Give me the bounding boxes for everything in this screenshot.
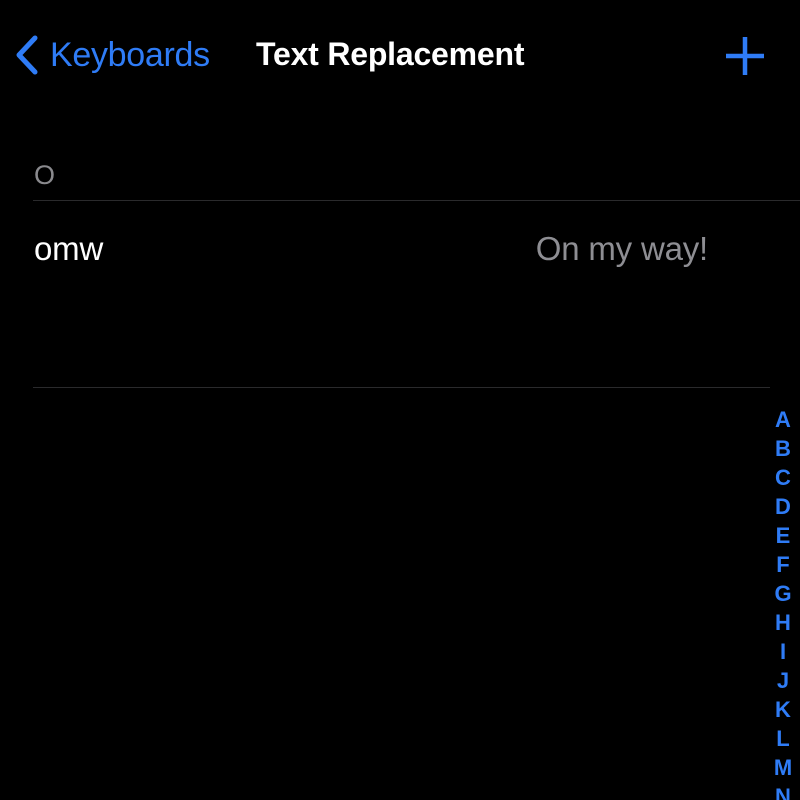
section-index-letter[interactable]: C [766, 463, 800, 492]
section-index-letter[interactable]: I [766, 637, 800, 666]
navigation-bar: Keyboards Text Replacement [0, 0, 800, 110]
section-index-letter[interactable]: K [766, 695, 800, 724]
section-header-label: O [34, 160, 56, 190]
shortcut-text: omw [34, 230, 104, 267]
list-item[interactable]: omw On my way! [0, 200, 800, 388]
section-index-letter[interactable]: F [766, 550, 800, 579]
phrase-text: On my way! [535, 230, 708, 267]
section-header: O [0, 110, 800, 201]
section-index-letter[interactable]: L [766, 724, 800, 753]
page-title: Text Replacement [256, 36, 525, 72]
section-index-bar[interactable]: ABCDEFGHIJKLMN [766, 405, 800, 800]
section-index-letter[interactable]: N [766, 782, 800, 800]
back-button-label: Keyboards [50, 36, 210, 74]
plus-icon [726, 37, 764, 75]
add-entry-button[interactable] [722, 33, 768, 79]
section-index-letter[interactable]: D [766, 492, 800, 521]
section-index-letter[interactable]: G [766, 579, 800, 608]
separator [33, 387, 770, 388]
list-section: O omw On my way! [0, 110, 800, 388]
back-button[interactable]: Keyboards [14, 27, 210, 83]
section-index-letter[interactable]: J [766, 666, 800, 695]
section-index-letter[interactable]: E [766, 521, 800, 550]
section-index-letter[interactable]: B [766, 434, 800, 463]
chevron-left-icon [14, 35, 40, 75]
text-replacement-list: O omw On my way! [0, 110, 800, 388]
section-index-letter[interactable]: H [766, 608, 800, 637]
section-index-letter[interactable]: A [766, 405, 800, 434]
section-index-letter[interactable]: M [766, 753, 800, 782]
